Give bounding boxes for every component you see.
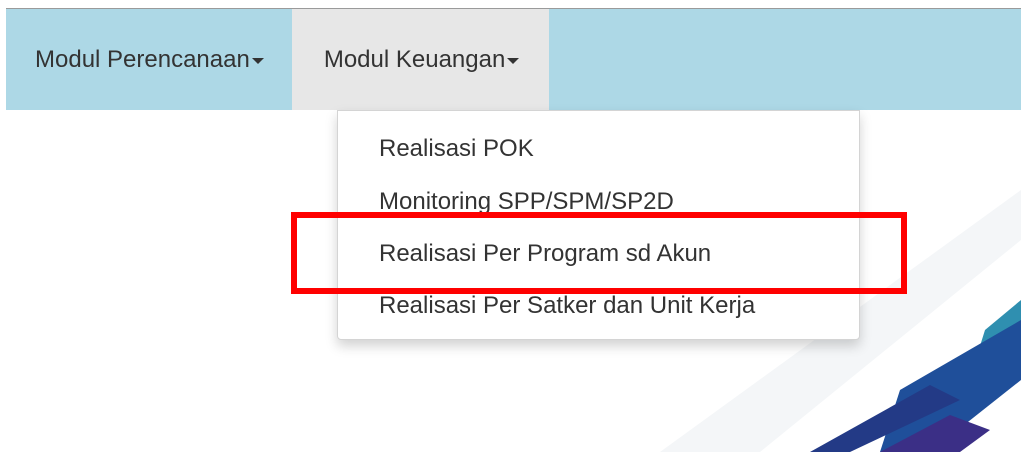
- window-left-border: [0, 0, 6, 452]
- dropdown-item-monitoring-spp-spm-sp2d[interactable]: Monitoring SPP/SPM/SP2D: [379, 188, 674, 216]
- page: Modul Perencanaan Modul Keuangan Realisa…: [0, 0, 1021, 452]
- modul-keuangan-dropdown-menu: Realisasi POK Monitoring SPP/SPM/SP2D Re…: [337, 110, 860, 340]
- dropdown-item-realisasi-pok[interactable]: Realisasi POK: [379, 135, 534, 163]
- dropdown-item-realisasi-per-program-sd-akun[interactable]: Realisasi Per Program sd Akun: [379, 240, 711, 268]
- dropdown-item-realisasi-per-satker-dan-unit-kerja[interactable]: Realisasi Per Satker dan Unit Kerja: [379, 292, 755, 320]
